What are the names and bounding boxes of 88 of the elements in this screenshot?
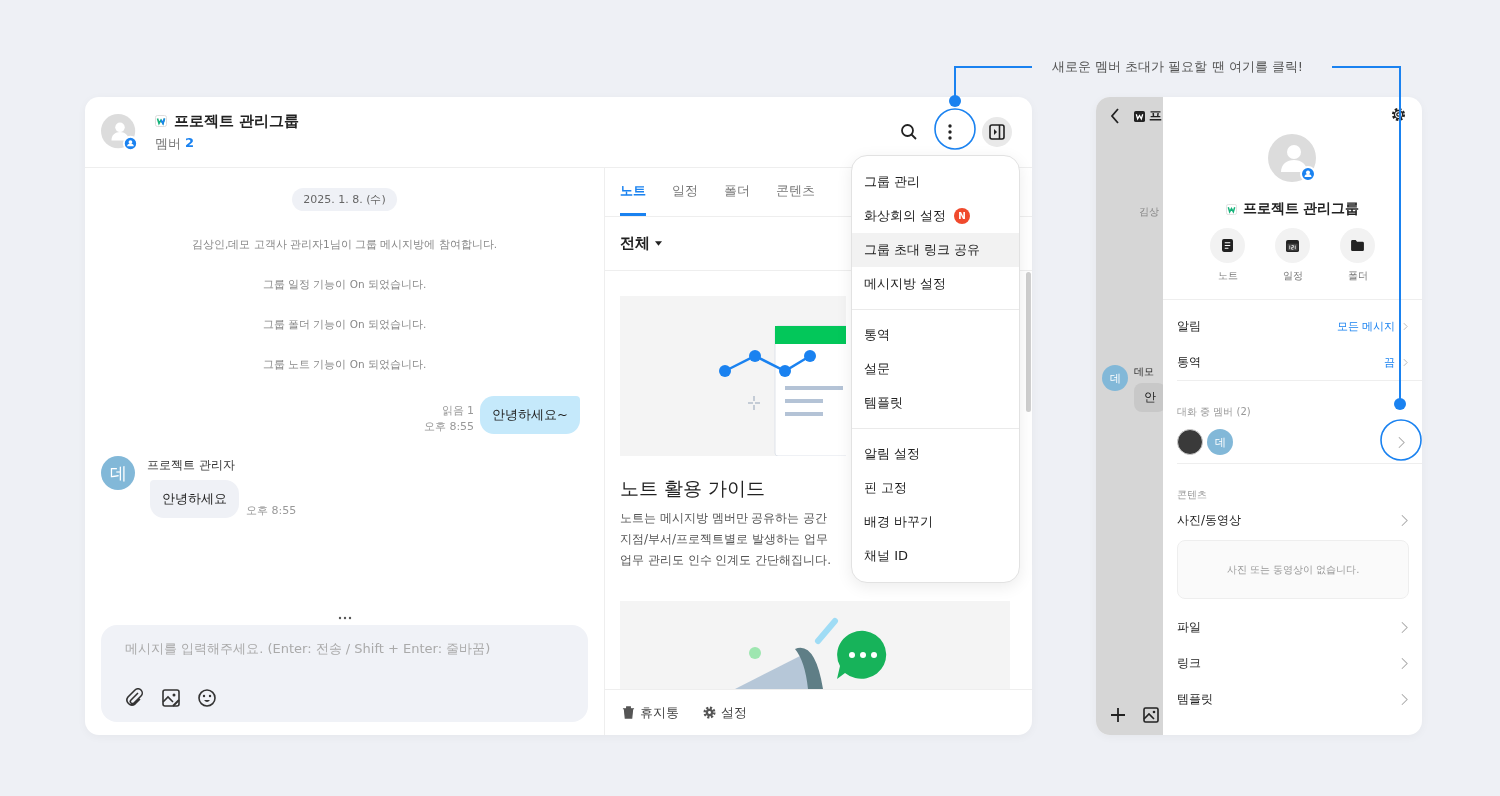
emoji-icon[interactable] xyxy=(197,688,217,708)
guide-text: 지점/부서/프로젝트별로 발생하는 업무 xyxy=(620,531,828,548)
highlight-ring xyxy=(934,108,976,150)
empty-message: 사진 또는 동영상이 없습니다. xyxy=(1226,562,1360,577)
calendar-icon xyxy=(1286,239,1299,252)
trash-icon xyxy=(622,706,635,719)
settings-row[interactable]: 알림 모든 메시지 xyxy=(1163,308,1422,344)
scrollbar[interactable] xyxy=(1026,272,1031,412)
group-avatar-icon xyxy=(101,114,139,152)
folder-icon xyxy=(1351,240,1364,251)
sent-message-bubble: 안녕하세요~ xyxy=(480,396,580,434)
menu-item[interactable]: 그룹 초대 링크 공유 xyxy=(852,233,1019,267)
settings-icon[interactable] xyxy=(1391,107,1406,122)
menu-item[interactable]: 핀 고정 xyxy=(852,471,1019,505)
back-icon[interactable] xyxy=(1110,108,1120,124)
group-title: 프로젝트 관리그룹 xyxy=(1242,200,1360,218)
system-message: 그룹 일정 기능이 On 되었습니다. xyxy=(262,277,427,292)
search-icon[interactable] xyxy=(900,123,918,141)
system-message: 김상인,데모 고객사 관리자1님이 그룹 메시지방에 참여합니다. xyxy=(191,237,497,252)
member-avatar: 데 xyxy=(1207,429,1233,455)
settings-row[interactable]: 통역 끔 xyxy=(1163,344,1422,380)
guide-text: 업무 관리도 인수 인계도 간단해집니다. xyxy=(620,552,832,569)
chevron-right-icon xyxy=(1403,357,1408,367)
app-logo-icon xyxy=(1225,203,1237,215)
kebab-icon xyxy=(948,124,952,140)
sender-avatar: 데 xyxy=(1102,365,1128,391)
menu-item[interactable]: 채널 ID xyxy=(852,539,1019,573)
guide-text: 노트는 메시지방 멤버만 공유하는 공간 xyxy=(620,510,828,527)
chat-title: 프 xyxy=(1149,107,1162,125)
content-row[interactable]: 파일 xyxy=(1163,609,1422,645)
image-edit-icon[interactable] xyxy=(161,688,181,708)
footer-button[interactable]: 휴지통 xyxy=(622,703,679,722)
image-icon[interactable] xyxy=(1143,707,1159,723)
callout-text: 새로운 멤버 초대가 필요할 땐 여기를 클릭! xyxy=(1052,58,1303,76)
menu-item[interactable]: 그룹 관리 xyxy=(852,165,1019,199)
sender-avatar: 데 xyxy=(101,456,135,490)
side-panel-toggle-button[interactable] xyxy=(982,117,1012,147)
system-message: 김상 xyxy=(1139,205,1159,219)
resize-handle-icon[interactable] xyxy=(337,616,352,620)
tab[interactable]: 폴더 xyxy=(724,168,750,216)
read-count: 읽음 1 xyxy=(441,403,475,418)
chevron-right-icon xyxy=(1401,513,1408,527)
sender-name: 프로젝트 관리자 xyxy=(147,457,236,474)
member-count[interactable]: 2 xyxy=(185,134,195,153)
menu-item[interactable]: 메시지방 설정 xyxy=(852,267,1019,301)
tab[interactable]: 일정 xyxy=(672,168,698,216)
paperclip-icon[interactable] xyxy=(125,688,145,708)
note-icon xyxy=(1222,239,1233,252)
guide-title: 노트 활용 가이드 xyxy=(620,476,766,501)
sender-name: 데모 xyxy=(1134,365,1155,379)
highlight-ring xyxy=(1380,419,1422,461)
app-logo-icon xyxy=(155,115,167,127)
chevron-right-icon xyxy=(1401,620,1408,634)
message-bubble: 안 xyxy=(1134,383,1163,412)
settings-icon xyxy=(703,706,716,719)
menu-item[interactable]: 배경 바꾸기 xyxy=(852,505,1019,539)
tab[interactable]: 노트 xyxy=(620,168,646,216)
content-row[interactable]: 링크 xyxy=(1163,645,1422,681)
message-time: 오후 8:55 xyxy=(246,503,297,518)
menu-item[interactable]: 알림 설정 xyxy=(852,437,1019,471)
tab[interactable]: 콘텐츠 xyxy=(776,168,815,216)
menu-item[interactable]: 설문 xyxy=(852,352,1019,386)
caret-down-icon[interactable] xyxy=(655,241,662,246)
received-message-bubble: 안녕하세요 xyxy=(150,480,239,518)
member-label: 멤버 xyxy=(155,134,181,153)
group-avatar-icon xyxy=(1267,134,1318,184)
system-message: 그룹 폴더 기능이 On 되었습니다. xyxy=(262,317,427,332)
filter-dropdown[interactable]: 전체 xyxy=(620,234,650,253)
menu-item[interactable]: 통역 xyxy=(852,318,1019,352)
panel-toggle-icon xyxy=(989,124,1005,140)
content-row[interactable]: 템플릿 xyxy=(1163,681,1422,717)
message-time: 오후 8:55 xyxy=(423,419,475,434)
chevron-right-icon xyxy=(1401,656,1408,670)
date-divider: 2025. 1. 8. (수) xyxy=(292,188,397,211)
chevron-right-icon xyxy=(1403,321,1408,331)
group-title: 프로젝트 관리그룹 xyxy=(174,111,300,131)
plus-icon[interactable] xyxy=(1110,707,1126,723)
menu-item[interactable]: 화상회의 설정 N xyxy=(852,199,1019,233)
menu-item[interactable]: 템플릿 xyxy=(852,386,1019,420)
content-row[interactable]: 사진/동영상 xyxy=(1163,502,1422,538)
message-input-field[interactable]: 메시지를 입력해주세요. (Enter: 전송 / Shift + Enter: 줄바꿈) xyxy=(125,641,564,656)
members-heading: 대화 중 멤버 (2) xyxy=(1177,405,1251,419)
chevron-right-icon xyxy=(1401,692,1408,706)
app-logo-icon xyxy=(1134,110,1145,122)
photo-placeholder xyxy=(1177,429,1203,455)
contents-heading: 콘텐츠 xyxy=(1177,488,1207,502)
system-message: 그룹 노트 기능이 On 되었습니다. xyxy=(262,357,427,372)
footer-button[interactable]: 설정 xyxy=(703,703,747,722)
